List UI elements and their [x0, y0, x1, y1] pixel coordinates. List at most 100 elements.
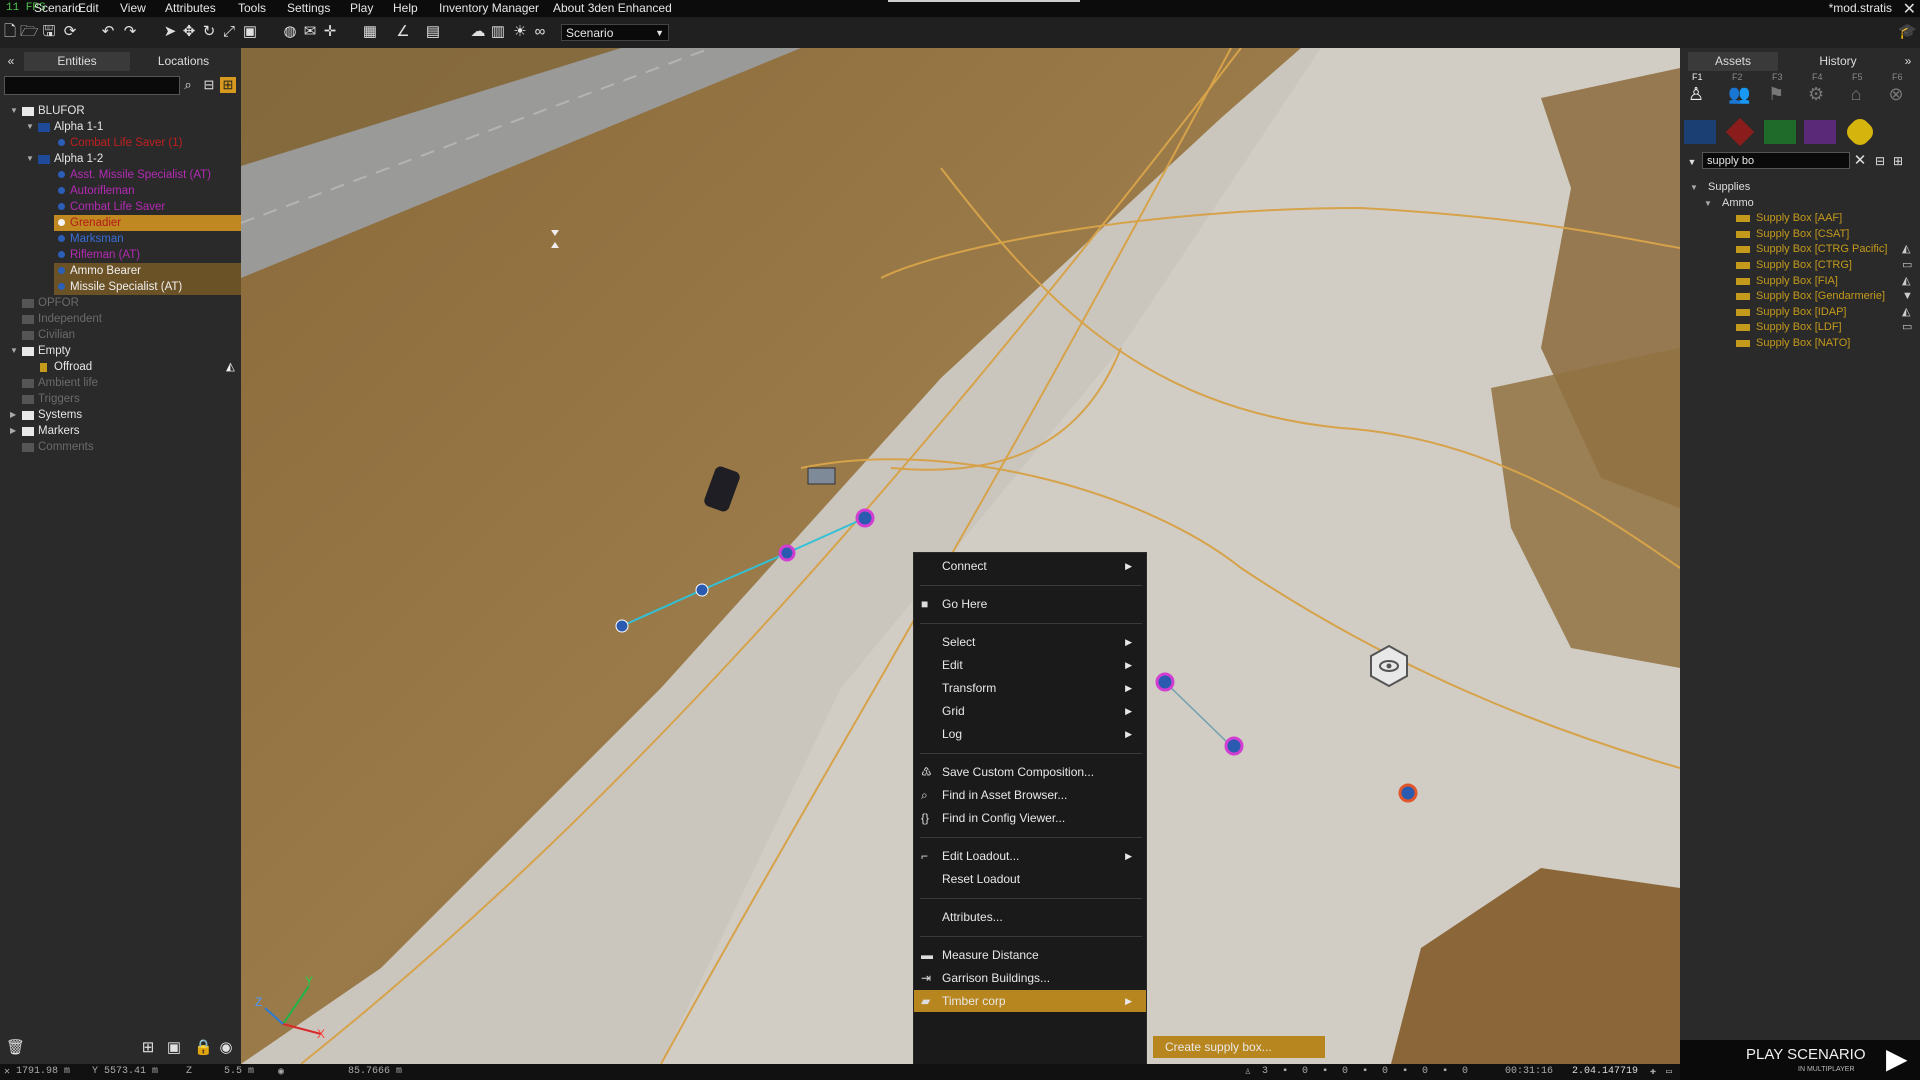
redo-icon[interactable]: ↷ — [122, 24, 138, 40]
menu-item-connect[interactable]: Connect ▶ — [914, 555, 1146, 577]
expand-toggle-icon[interactable]: ▼ — [26, 151, 34, 167]
unit-icon[interactable] — [855, 508, 875, 528]
person-icon[interactable]: ♙ — [1688, 85, 1704, 103]
menu-item-grid[interactable]: Grid ▶ — [914, 700, 1146, 722]
tree-item[interactable]: Ammo Bearer — [54, 263, 241, 279]
tab-entities[interactable]: Entities — [24, 52, 130, 71]
vertical-mode-icon[interactable]: ✛ — [322, 24, 338, 40]
menu-inventory-manager[interactable]: Inventory Manager — [439, 1, 539, 15]
expand-toggle-icon[interactable]: ▼ — [10, 343, 18, 359]
asset-item[interactable]: Supply Box [AAF] — [1680, 211, 1920, 227]
tree-item[interactable]: Rifleman (AT) — [0, 247, 241, 263]
tree-group[interactable]: ▼ Alpha 1-2 — [0, 151, 241, 167]
asset-item[interactable]: Supply Box [Gendarmerie] ▼ — [1680, 289, 1920, 305]
tree-item[interactable]: Asst. Missile Specialist (AT) — [0, 167, 241, 183]
globe-icon[interactable]: ◍ — [282, 24, 298, 40]
visibility-icon[interactable]: ◉ — [218, 1040, 234, 1056]
tab-locations[interactable]: Locations — [130, 52, 237, 71]
open-folder-icon[interactable]: 🗁 — [20, 24, 39, 40]
expand-toggle-icon[interactable]: ▶ — [10, 407, 16, 423]
menu-play[interactable]: Play — [350, 1, 373, 15]
asset-item[interactable]: Supply Box [LDF] ▭ — [1680, 320, 1920, 336]
play-scenario-button[interactable]: PLAY SCENARIO IN MULTIPLAYER ▶ — [1680, 1040, 1920, 1080]
tab-assets[interactable]: Assets — [1688, 52, 1778, 71]
unit-icon[interactable] — [1224, 736, 1244, 756]
side-swatch[interactable] — [1843, 115, 1877, 149]
side-swatch[interactable] — [1725, 117, 1755, 147]
publish-icon[interactable]: ⟳ — [62, 24, 78, 40]
module-icon[interactable]: ⚙ — [1808, 85, 1824, 103]
search-icon[interactable]: ⌕ — [180, 77, 196, 93]
tree-folder[interactable]: ▶ Systems — [0, 407, 241, 423]
menu-item-transform[interactable]: Transform ▶ — [914, 677, 1146, 699]
asset-item[interactable]: Supply Box [CTRG Pacific] ◭ — [1680, 242, 1920, 258]
tree-item[interactable]: ◭ Offroad — [0, 359, 241, 375]
menu-item-save-custom-composition[interactable]: ♳ Save Custom Composition... — [914, 761, 1146, 783]
clear-search-icon[interactable]: ✕ — [1852, 153, 1868, 169]
expand-all-icon[interactable]: ⊞ — [220, 77, 236, 93]
menu-item-reset-loadout[interactable]: Reset Loadout — [914, 868, 1146, 890]
expand-toggle-icon[interactable]: ▶ — [10, 423, 16, 439]
weather-icon[interactable]: ☁ — [470, 24, 486, 40]
expand-all-icon[interactable]: ⊞ — [1890, 153, 1906, 169]
tree-folder[interactable]: Independent — [0, 311, 241, 327]
new-file-icon[interactable]: 🗋 — [2, 24, 18, 40]
tree-item[interactable]: Combat Life Saver — [0, 199, 241, 215]
menu-item-find-in-config-viewer[interactable]: {} Find in Config Viewer... — [914, 807, 1146, 829]
asset-folder[interactable]: ▼ Ammo — [1680, 196, 1920, 212]
tree-folder[interactable]: Triggers — [0, 391, 241, 407]
lock-icon[interactable]: 🔒 — [194, 1040, 213, 1056]
menu-scenario[interactable]: Scenario — [34, 1, 81, 15]
asset-folder[interactable]: ▼ Supplies — [1680, 180, 1920, 196]
tree-folder[interactable]: Civilian — [0, 327, 241, 343]
menu-edit[interactable]: Edit — [78, 1, 99, 15]
select-icon[interactable]: ➤ — [162, 24, 178, 40]
menu-item-attributes[interactable]: Attributes... — [914, 906, 1146, 928]
save-icon[interactable]: 🖫 — [41, 24, 57, 40]
menu-item-edit-loadout[interactable]: ⌐ Edit Loadout... ▶ — [914, 845, 1146, 867]
unit-icon[interactable] — [778, 544, 796, 562]
menu-settings[interactable]: Settings — [287, 1, 330, 15]
menu-item-go-here[interactable]: ■ Go Here — [914, 593, 1146, 615]
chevron-down-icon[interactable]: ▼ — [1684, 154, 1700, 170]
menu-item-select[interactable]: Select ▶ — [914, 631, 1146, 653]
map-icon[interactable]: ▤ — [425, 24, 441, 40]
unit-icon[interactable] — [1398, 783, 1418, 803]
angle-icon[interactable]: ∠ — [395, 24, 411, 40]
unit-icon[interactable] — [695, 583, 709, 597]
expand-panel-button[interactable]: » — [1898, 52, 1918, 71]
menu-item-timber-corp[interactable]: ▰ Timber corp ▶ — [914, 990, 1146, 1012]
menu-item-find-in-asset-browser[interactable]: ⌕ Find in Asset Browser... — [914, 784, 1146, 806]
sun-icon[interactable]: ☀ — [512, 24, 528, 40]
asset-item[interactable]: Supply Box [CTRG] ▭ — [1680, 258, 1920, 274]
tree-folder[interactable]: ▼ Empty — [0, 343, 241, 359]
rotate-icon[interactable]: ↻ — [201, 24, 217, 40]
tree-folder[interactable]: ▶ Markers — [0, 423, 241, 439]
undo-icon[interactable]: ↶ — [100, 24, 116, 40]
tree-item[interactable]: Marksman — [0, 231, 241, 247]
asset-item[interactable]: Supply Box [FIA] ◭ — [1680, 274, 1920, 290]
move-icon[interactable]: ✥ — [181, 24, 197, 40]
collapse-all-icon[interactable]: ⊟ — [201, 77, 217, 93]
menu-about-3den-enhanced[interactable]: About 3den Enhanced — [553, 1, 672, 15]
menu-item-log[interactable]: Log ▶ — [914, 723, 1146, 745]
menu-item-create-supply-box[interactable]: Create supply box... — [1153, 1036, 1325, 1058]
tree-group[interactable]: ▼ Alpha 1-1 — [0, 119, 241, 135]
tree-folder[interactable]: OPFOR — [0, 295, 241, 311]
grid-icon[interactable]: ▦ — [362, 24, 378, 40]
menu-item-garrison-buildings[interactable]: ⇥ Garrison Buildings... — [914, 967, 1146, 989]
tree-item[interactable]: Missile Specialist (AT) — [54, 279, 241, 295]
asset-item[interactable]: Supply Box [NATO] — [1680, 336, 1920, 352]
side-swatch[interactable] — [1804, 120, 1836, 144]
eye-icon[interactable] — [1370, 644, 1408, 688]
expand-toggle-icon[interactable]: ▼ — [26, 119, 34, 135]
marker-icon[interactable]: ⊗ — [1888, 85, 1904, 103]
asset-item[interactable]: Supply Box [IDAP] ◭ — [1680, 305, 1920, 321]
scale-icon[interactable]: ⤢ — [221, 24, 237, 40]
unit-icon[interactable] — [1155, 672, 1175, 692]
flag-icon[interactable]: ⚑ — [1768, 85, 1784, 103]
side-swatch[interactable] — [1684, 120, 1716, 144]
tree-item[interactable]: Autorifleman — [0, 183, 241, 199]
area-select-icon[interactable]: ▣ — [242, 24, 258, 40]
collapse-panel-button[interactable]: « — [0, 52, 22, 71]
